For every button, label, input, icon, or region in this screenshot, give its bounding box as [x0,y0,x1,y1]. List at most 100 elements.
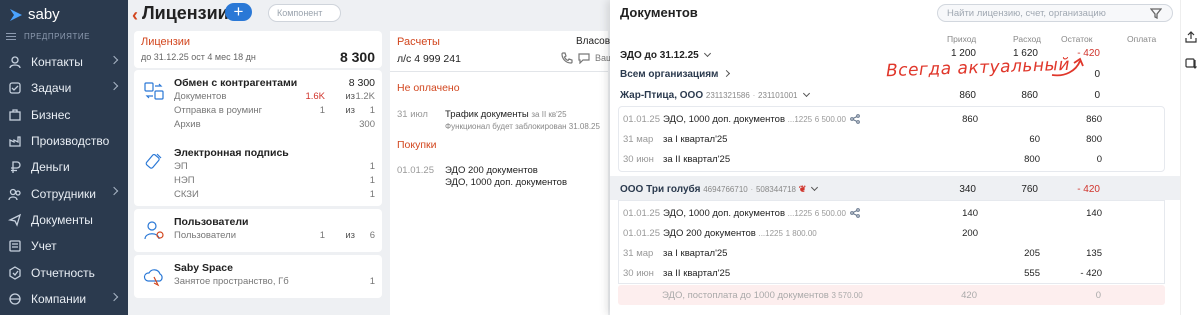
sidebar-subtitle[interactable]: ПРЕДПРИЯТИЕ [6,32,90,41]
row-date: 01.01.25 [623,114,660,125]
org-row-tri-golubya[interactable]: ООО Три голубя 4694766710 · 508344718 ❦ [620,183,819,195]
table-row[interactable]: 31 мар за I квартал'25 60 800 [623,131,1163,149]
phone-icon[interactable] [561,52,573,64]
documents-panel: Документов Найти лицензию, счет, организ… [610,0,1200,315]
sidebar-item-documents[interactable]: Документы [0,207,128,233]
annotation-always-actual: Всегда актуальный [885,54,1071,82]
org1-documents: 01.01.25 ЭДО, 1000 доп. документов ...12… [618,106,1165,172]
row-label: Пользователи [174,230,237,241]
exchange-icon [143,80,165,102]
licenses-summary[interactable]: Лицензии до 31.12.25 ост 4 мес 18 дн 8 3… [134,31,382,68]
table-row[interactable]: 30 июн за II квартал'25 555 - 420 [623,265,1163,283]
sidebar-item-label: Сотрудники [31,186,96,201]
unpaid-item[interactable]: Трафик документы за II кв'25 [445,109,567,120]
row-of: из [345,91,355,102]
calendar-sort-icon[interactable] [1185,56,1197,69]
purchase-date: 01.01.25 [397,165,434,176]
unpaid-note: Функционал будет заблокирован 31.08.25 [445,122,600,131]
sidebar-item-employees[interactable]: Сотрудники [0,180,128,206]
table-row[interactable]: 31 мар за I квартал'25 205 135 [623,245,1163,263]
row-rest: 860 [1086,114,1102,125]
row-label: ЭП [174,161,188,172]
divider [390,71,608,72]
companies-icon [8,292,22,306]
card-title: Saby Space [174,262,233,274]
payments-column: Расчеты л/с 4 999 241 Власов Ваш Не опла… [390,31,613,315]
export-icon[interactable] [1185,30,1197,43]
org-name: ООО Три голубя [620,184,701,195]
sidebar-item-tasks[interactable]: Задачи [0,75,128,101]
row-date: 01.01.25 [623,228,660,239]
sidebar-item-business[interactable]: Бизнес [0,102,128,128]
sidebar-item-contacts[interactable]: Контакты [0,49,128,75]
chat-icon[interactable] [578,52,590,64]
row-meta: ...1225 [787,209,813,218]
all-organizations-label: Всем организациям [620,69,719,80]
org-row-zhar-ptitsa[interactable]: Жар-Птица, ООО 2311321586 · 231101001 [620,89,810,101]
sidebar-item-label: Учет [31,239,57,254]
row-name: за II квартал'25 [663,268,731,279]
sidebar-item-production[interactable]: Производство [0,128,128,154]
org-kpp: 231101001 [758,91,798,100]
payments-title: Расчеты [397,36,440,48]
all-organizations-link[interactable]: Всем организациям [620,69,731,80]
app-root: saby ПРЕДПРИЯТИЕ Контакты Задачи Бизнес … [0,0,1200,315]
license-card-space[interactable]: Saby Space Занятое пространство, Гб 1 [134,255,382,298]
saby-logo-icon [10,8,22,21]
row-date: 30 июн [623,268,654,279]
component-filter-input[interactable]: Компонент [268,4,341,22]
license-card-signature[interactable]: Электронная подпись ЭП 1 НЭП 1 СКЗИ 1 [134,140,382,206]
license-period-selector[interactable]: ЭДО до 31.12.25 [620,49,711,61]
chevron-down-icon [811,183,819,192]
manager-name[interactable]: Власов [576,36,610,47]
chevron-right-icon [109,292,119,301]
license-card-users[interactable]: Пользователи Пользователи 1 из 6 [134,209,382,252]
link-icon[interactable] [850,114,860,125]
panel-search-input[interactable]: Найти лицензию, счет, организацию [937,4,1173,22]
add-button[interactable]: + [225,3,252,21]
pending-label: ЭДО, постоплата до 1000 документов [662,290,829,301]
row-date: 31 мар [623,134,654,145]
card-title: Обмен с контрагентами [174,77,298,89]
row-name: ЭДО 200 документов [663,228,756,239]
sidebar-item-accounting[interactable]: Учет [0,233,128,259]
row-name: за I квартал'25 [663,134,728,145]
org2-out: 760 [1021,184,1038,195]
pending-postpay-row[interactable]: ЭДО, постоплата до 1000 документов 3 570… [618,285,1165,305]
link-icon[interactable] [850,208,860,219]
annotation-arrow-icon [1051,57,1084,77]
sidebar-item-companies[interactable]: Компании [0,286,128,312]
row-label: СКЗИ [174,189,199,200]
row-total: 1 [369,105,375,116]
table-row[interactable]: 01.01.25 ЭДО, 1000 доп. документов ...12… [623,111,1163,129]
table-row[interactable]: 30 июн за II квартал'25 800 0 [623,151,1163,169]
documents-icon [8,213,22,227]
purchase-line-1[interactable]: ЭДО 200 документов [445,165,538,176]
sidebar-item-money[interactable]: Деньги [0,154,128,180]
sidebar-item-reporting[interactable]: Отчетность [0,259,128,285]
licenses-title: Лицензии [141,36,191,48]
row-out: 205 [1024,248,1040,259]
purchase-line-2[interactable]: ЭДО, 1000 доп. документов [445,177,567,188]
sidebar-item-label: Отчетность [31,265,95,280]
licenses-period: до 31.12.25 ост 4 мес 18 дн [141,52,256,62]
row-meta: ...1225 [758,229,783,238]
row-rest: 140 [1086,208,1102,219]
table-row[interactable]: 01.01.25 ЭДО 200 документов ...1225 1 80… [623,225,1163,243]
sidebar-item-label: Производство [31,134,110,149]
row-in: 200 [962,228,978,239]
sidebar-item-label: Документы [31,212,93,227]
org2-rest: - 420 [1077,184,1100,195]
app-logo[interactable]: saby [9,6,60,23]
org-name: Жар-Птица, ООО [620,90,704,101]
back-arrow-icon[interactable]: ‹ [132,5,138,26]
filter-icon[interactable] [1149,6,1163,20]
app-name: saby [28,6,60,23]
column-header-rest: Остаток [1061,34,1093,44]
page-title: Лицензии [142,3,229,23]
row-name: ЭДО, 1000 доп. документов [663,208,786,219]
table-row[interactable]: 01.01.25 ЭДО, 1000 доп. документов ...12… [623,205,1163,223]
row-name: за I квартал'25 [663,248,728,259]
row-of: из [345,105,355,116]
org-inn: 2311321586 [705,91,750,100]
